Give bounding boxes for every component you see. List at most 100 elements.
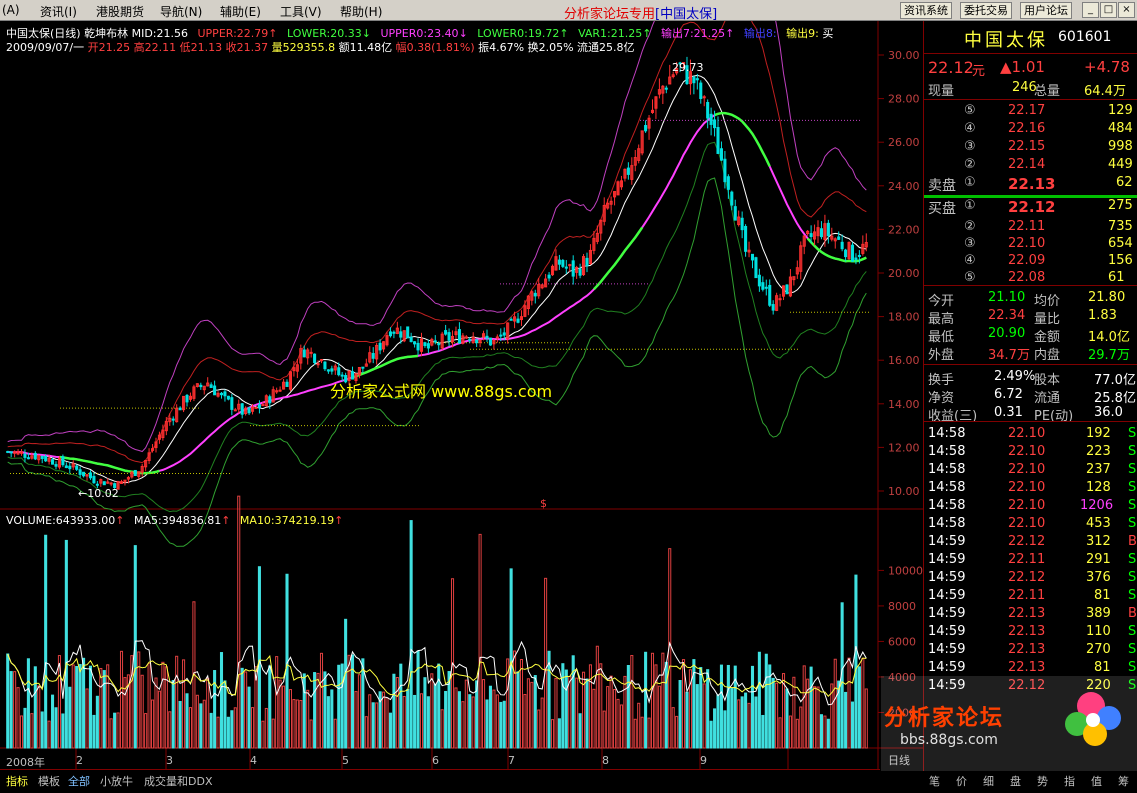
quote-tab[interactable]: 细 — [983, 773, 994, 789]
volume-bar — [426, 696, 430, 749]
tick-side: S — [1128, 552, 1137, 567]
candle-body — [392, 331, 396, 334]
candle-body — [102, 481, 106, 486]
bid-row[interactable]: ④ 22.09 156 — [924, 252, 1137, 270]
price-tick-label: 20.00 — [888, 267, 920, 280]
candle-body — [361, 366, 365, 369]
quote-tab[interactable]: 价 — [956, 773, 967, 789]
bottom-tab[interactable]: 模板 — [38, 773, 60, 789]
candle-body — [499, 334, 503, 337]
ask-row[interactable]: ⑤ 22.17 129 — [924, 102, 1137, 120]
ask-level: ⑤ — [964, 103, 976, 118]
candle-body — [740, 217, 744, 231]
tick-volume: 128 — [1086, 480, 1111, 495]
candle-body — [223, 391, 227, 397]
stat-value: 21.10 — [988, 290, 1026, 305]
tick-price: 22.10 — [1008, 498, 1046, 513]
menu-item-assist[interactable]: 辅助(E) — [220, 3, 261, 20]
volume-bar — [33, 666, 37, 749]
candle-body — [757, 274, 761, 287]
bid-level: ② — [964, 219, 976, 234]
candle-body — [809, 233, 813, 237]
candle-body — [95, 483, 99, 486]
maximize-icon[interactable]: □ — [1100, 2, 1117, 18]
bottom-tab[interactable]: 全部 — [68, 773, 90, 789]
bottom-tab[interactable]: 小放牛 — [100, 773, 133, 789]
candle-body — [88, 472, 93, 479]
menu-item-help[interactable]: 帮助(H) — [340, 3, 382, 20]
tick-side: S — [1128, 462, 1137, 477]
bid1-row[interactable]: 买盘 ① 22.12 275 — [924, 197, 1137, 217]
tick-row: 14:59 22.11 291 S — [924, 551, 1137, 569]
volume-bar — [406, 688, 410, 749]
quote-tab[interactable]: 值 — [1091, 773, 1102, 789]
tick-price: 22.13 — [1008, 660, 1046, 675]
tick-side: S — [1128, 444, 1137, 459]
tick-row: 14:59 22.12 312 B — [924, 533, 1137, 551]
volume-bar — [644, 651, 648, 749]
volume-bar — [64, 539, 68, 749]
candle-body — [316, 363, 320, 366]
trade-button[interactable]: 委托交易 — [960, 2, 1012, 19]
bottom-tab[interactable]: 成交量和DDX — [144, 773, 212, 789]
tick-side: S — [1128, 516, 1137, 531]
bid-row[interactable]: ③ 22.10 654 — [924, 235, 1137, 253]
volume-bar — [626, 665, 630, 749]
volume-bar — [664, 661, 668, 749]
ask-row[interactable]: ③ 22.15 998 — [924, 138, 1137, 156]
candle-body — [313, 353, 317, 363]
candle-body — [302, 349, 306, 358]
quote-tab[interactable]: 笔 — [929, 773, 940, 789]
ask1-row[interactable]: 卖盘 ① 22.13 62 — [924, 174, 1137, 194]
quote-title-row: 中国太保 601601 — [924, 25, 1137, 51]
total-volume-value: 64.4万 — [1084, 84, 1126, 99]
tick-price: 22.11 — [1008, 552, 1046, 567]
quote-tab[interactable]: 指 — [1064, 773, 1075, 789]
menu-bar: (A) 资讯(I) 港股期货 导航(N) 辅助(E) 工具(V) 帮助(H) 分… — [0, 0, 1137, 22]
menu-item[interactable]: (A) — [2, 3, 20, 17]
signal-marker: $ — [540, 497, 547, 510]
menu-item-info[interactable]: 资讯(I) — [40, 3, 77, 20]
volume-bar — [819, 714, 823, 749]
info-system-button[interactable]: 资讯系统 — [900, 2, 952, 19]
minimize-icon[interactable]: _ — [1082, 2, 1099, 18]
candle-body — [171, 418, 175, 421]
volume-bar — [171, 679, 175, 749]
ask-row[interactable]: ② 22.14 449 — [924, 156, 1137, 174]
candle-body — [699, 82, 703, 99]
candle-body — [33, 452, 37, 460]
volume-tick-label: 10000 — [888, 564, 923, 577]
tick-time: 14:58 — [928, 480, 966, 495]
quote-tab[interactable]: 筹 — [1118, 773, 1129, 789]
volume-bar — [51, 694, 55, 749]
tick-row: 14:58 22.10 128 S — [924, 479, 1137, 497]
stat-label: 内盘 — [1034, 348, 1061, 363]
tick-price: 22.10 — [1008, 426, 1046, 441]
stat-row: 外盘 34.7万 内盘 29.7万 — [924, 343, 1137, 363]
close-icon[interactable]: × — [1118, 2, 1135, 18]
candle-body — [213, 385, 217, 396]
tick-row: 14:59 22.12 376 S — [924, 569, 1137, 587]
menu-item-tools[interactable]: 工具(V) — [280, 3, 322, 20]
ask-row[interactable]: ④ 22.16 484 — [924, 120, 1137, 138]
tick-row: 14:59 22.13 389 B — [924, 605, 1137, 623]
tick-time: 14:58 — [928, 516, 966, 531]
volume-bar — [488, 685, 492, 749]
volume-bar — [44, 534, 48, 749]
candle-body — [857, 254, 861, 257]
menu-item-nav[interactable]: 导航(N) — [160, 3, 202, 20]
quote-tab[interactable]: 势 — [1037, 773, 1048, 789]
quote-tab[interactable]: 盘 — [1010, 773, 1021, 789]
bar-turnover: 换2.05% — [527, 41, 574, 54]
tick-price: 22.12 — [1008, 534, 1046, 549]
tick-side: S — [1128, 570, 1137, 585]
candle-body — [744, 225, 748, 252]
volume-bar — [809, 666, 813, 749]
ask-price: 22.16 — [1008, 121, 1046, 136]
bottom-tab[interactable]: 指标 — [6, 773, 28, 789]
tick-price: 22.10 — [1008, 516, 1046, 531]
bid-row[interactable]: ② 22.11 735 — [924, 218, 1137, 236]
menu-item-hk[interactable]: 港股期货 — [96, 3, 144, 20]
tick-volume: 291 — [1086, 552, 1111, 567]
forum-button[interactable]: 用户论坛 — [1020, 2, 1072, 19]
